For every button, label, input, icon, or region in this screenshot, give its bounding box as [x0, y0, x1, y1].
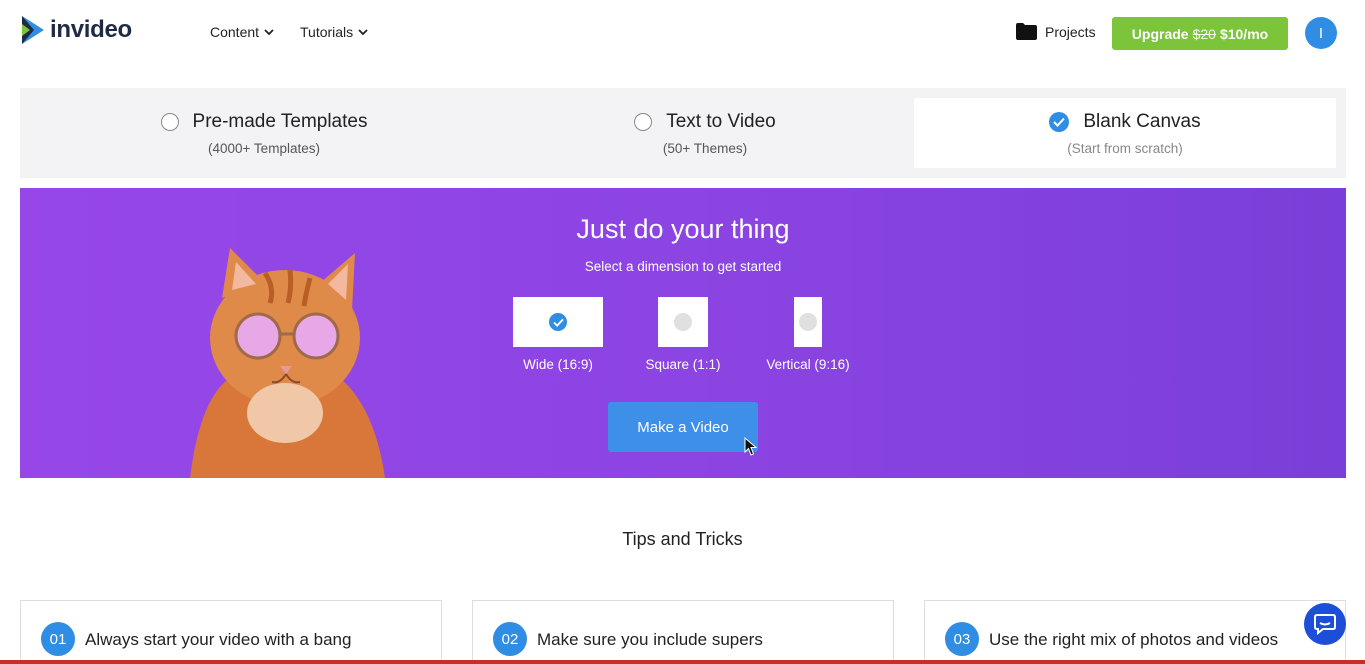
dimension-label: Wide (16:9)	[523, 357, 593, 372]
dimension-wide-preview	[513, 297, 603, 347]
chat-support-button[interactable]	[1304, 603, 1346, 645]
cat-with-sunglasses-illustration	[190, 248, 385, 478]
radio-unchecked-icon	[634, 113, 653, 131]
mode-title: Pre-made Templates	[192, 111, 368, 132]
check-circle-icon	[1049, 112, 1070, 132]
tips-section-title: Tips and Tricks	[622, 529, 743, 549]
logo-mark-icon	[22, 16, 44, 44]
nav-content-label: Content	[210, 24, 260, 40]
projects-label: Projects	[1045, 23, 1096, 40]
upgrade-button[interactable]: Upgrade $20 $10/mo	[1112, 17, 1288, 50]
blank-canvas-hero: Just do your thing Select a dimension to…	[20, 188, 1346, 478]
dimension-square[interactable]: Square (1:1)	[633, 297, 733, 372]
dimension-vertical[interactable]: Vertical (9:16)	[758, 297, 858, 372]
dimension-label: Square (1:1)	[645, 357, 721, 372]
hero-subtitle: Select a dimension to get started	[584, 259, 782, 274]
mouse-cursor-icon	[744, 437, 758, 456]
tip-card[interactable]: 01 Always start your video with a bang	[20, 600, 442, 664]
user-avatar[interactable]: I	[1305, 17, 1337, 49]
nav-content[interactable]: Content	[210, 24, 274, 40]
tip-number-badge: 01	[41, 622, 75, 656]
mode-text-to-video[interactable]: Text to Video (50+ Themes)	[508, 98, 902, 168]
dimension-square-preview	[658, 297, 708, 347]
invideo-logo[interactable]: invideo	[18, 14, 132, 46]
tip-card[interactable]: 03 Use the right mix of photos and video…	[924, 600, 1346, 664]
chat-bubble-icon	[1314, 614, 1336, 636]
logo-text: invideo	[50, 16, 132, 43]
mode-subtitle: (Start from scratch)	[1067, 141, 1183, 156]
nav-tutorials[interactable]: Tutorials	[300, 24, 368, 40]
hero-title: Just do your thing	[576, 214, 790, 244]
tip-number-badge: 02	[493, 622, 527, 656]
upgrade-old-price: $20	[1192, 25, 1216, 42]
mode-title: Blank Canvas	[1083, 111, 1201, 132]
tip-card[interactable]: 02 Make sure you include supers	[472, 600, 894, 664]
chevron-down-icon	[358, 29, 368, 36]
mode-subtitle: (50+ Themes)	[662, 141, 748, 156]
dimension-wide[interactable]: Wide (16:9)	[508, 297, 608, 372]
tip-number-badge: 03	[945, 622, 979, 656]
mode-blank-canvas[interactable]: Blank Canvas (Start from scratch)	[914, 98, 1336, 168]
bottom-edge-bar	[0, 660, 1365, 664]
dimension-vertical-preview	[794, 297, 822, 347]
tip-text: Make sure you include supers	[537, 630, 763, 649]
radio-unchecked-icon	[674, 313, 692, 331]
tip-text: Always start your video with a bang	[85, 630, 352, 649]
dimension-label: Vertical (9:16)	[766, 357, 850, 372]
upgrade-new-price: $10/mo	[1219, 25, 1269, 42]
mode-title: Text to Video	[666, 111, 776, 132]
projects-link[interactable]: Projects	[1016, 23, 1096, 40]
nav-tutorials-label: Tutorials	[300, 24, 354, 40]
make-a-video-button[interactable]: Make a Video	[608, 402, 758, 452]
chevron-down-icon	[264, 29, 274, 36]
mode-premade-templates[interactable]: Pre-made Templates (4000+ Templates)	[20, 98, 508, 168]
radio-unchecked-icon	[799, 313, 817, 331]
folder-icon	[1016, 23, 1037, 40]
tip-text: Use the right mix of photos and videos	[989, 630, 1279, 649]
mode-subtitle: (4000+ Templates)	[208, 141, 320, 156]
top-header: invideo Content Tutorials Projects Upgra…	[0, 0, 1365, 66]
creation-mode-selector: Pre-made Templates (4000+ Templates) Tex…	[20, 88, 1346, 178]
check-circle-icon	[549, 313, 567, 331]
radio-unchecked-icon	[160, 113, 179, 131]
upgrade-label: Upgrade	[1131, 25, 1189, 42]
